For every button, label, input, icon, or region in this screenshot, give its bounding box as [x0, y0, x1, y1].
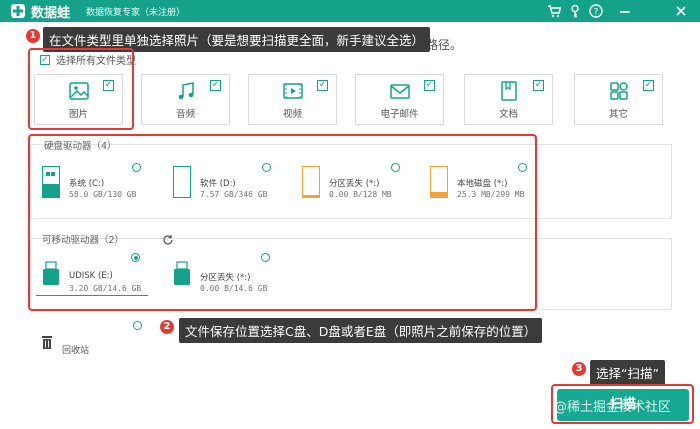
app-subtitle: 数据恢复专家（未注册）: [86, 8, 186, 18]
svg-text:?: ?: [594, 8, 599, 18]
help-icon[interactable]: ?: [588, 3, 604, 19]
frog-logo-icon: [11, 4, 25, 18]
file-type-label: 其它: [608, 109, 628, 120]
audio-type-checkbox[interactable]: ✓: [210, 80, 221, 91]
minimize-icon[interactable]: [617, 3, 633, 19]
file-type-other[interactable]: ✓ 其它: [574, 74, 663, 125]
step-3-callout: 选择“扫描”: [590, 360, 665, 385]
title-bar: 数据蛙 数据恢复专家（未注册） ?: [0, 0, 700, 22]
watermark: @稀土掘金技术社区: [554, 400, 672, 415]
close-icon[interactable]: [673, 3, 689, 19]
file-type-label: 文档: [498, 109, 518, 120]
key-icon[interactable]: [567, 3, 583, 19]
annotation-box-drives: [28, 134, 537, 311]
file-type-audio[interactable]: ✓ 音频: [141, 74, 230, 125]
document-type-checkbox[interactable]: ✓: [533, 80, 544, 91]
file-type-document[interactable]: ✓ 文档: [464, 74, 553, 125]
other-type-checkbox[interactable]: ✓: [643, 80, 654, 91]
recycle-bin-radio[interactable]: [133, 321, 142, 330]
step-2-badge: 2: [160, 320, 174, 334]
cart-icon[interactable]: [546, 3, 562, 19]
trash-icon[interactable]: [41, 335, 53, 350]
file-type-label: 音频: [175, 109, 195, 120]
file-type-email[interactable]: ✓ 电子邮件: [355, 74, 444, 125]
app-brand: 数据蛙: [31, 6, 71, 21]
mail-icon: [389, 84, 410, 99]
step-3-badge: 3: [572, 362, 586, 376]
video-icon: [282, 83, 303, 99]
annotation-box-file-type: [28, 48, 134, 130]
file-type-video[interactable]: ✓ 视频: [248, 74, 337, 125]
document-icon: [500, 81, 517, 101]
recycle-bin-label: 回收站: [62, 346, 90, 356]
step-1-badge: 1: [26, 29, 40, 43]
video-type-checkbox[interactable]: ✓: [317, 80, 328, 91]
email-type-checkbox[interactable]: ✓: [424, 80, 435, 91]
step-2-callout: 文件保存位置选择C盘、D盘或者E盘（即照片之前保存的位置）: [179, 318, 543, 343]
music-icon: [178, 82, 194, 100]
file-type-label: 视频: [282, 109, 302, 120]
apps-icon: [609, 82, 628, 100]
file-type-label: 电子邮件: [380, 109, 419, 120]
